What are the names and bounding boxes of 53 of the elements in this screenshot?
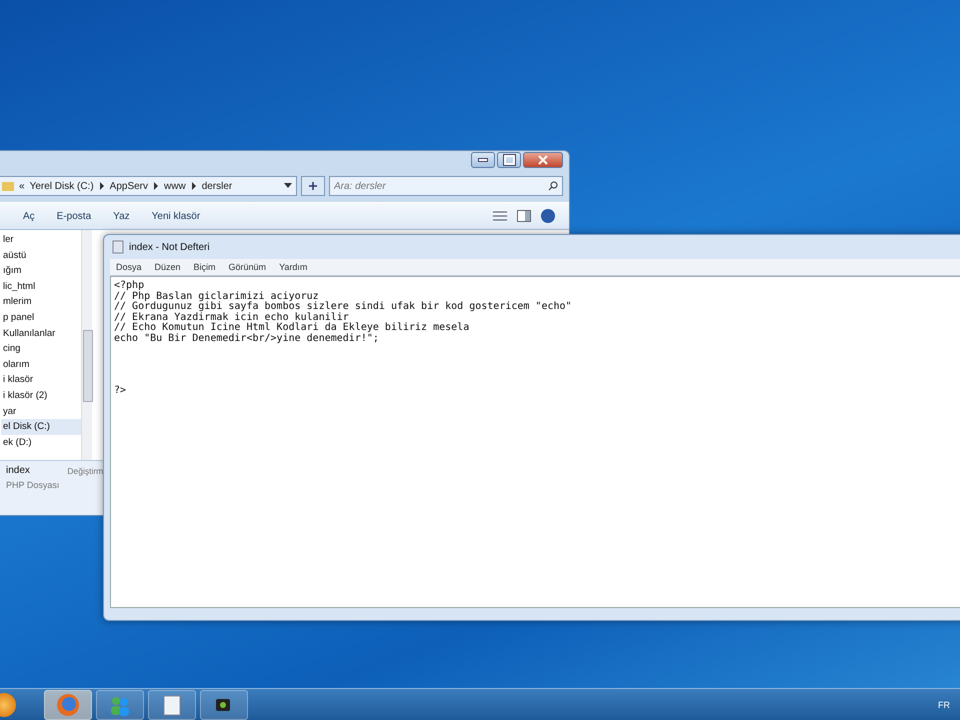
- address-bar[interactable]: « Yerel Disk (C:) AppServ www dersler: [0, 176, 297, 196]
- nav-item[interactable]: ığım: [1, 263, 81, 279]
- close-button[interactable]: [523, 152, 563, 168]
- nav-item[interactable]: cing: [1, 341, 81, 357]
- dropdown-icon: [284, 183, 292, 189]
- nav-item[interactable]: Kullanılanlar: [1, 326, 81, 342]
- toolbar-button[interactable]: Aç: [17, 208, 41, 224]
- nav-item[interactable]: yar: [1, 404, 81, 420]
- chevron-icon: [98, 182, 105, 190]
- toolbar-button[interactable]: Yeni klasör: [146, 208, 206, 224]
- file-name: index: [6, 465, 31, 476]
- nav-item[interactable]: el Disk (C:): [1, 419, 81, 435]
- nav-item[interactable]: olarım: [1, 356, 81, 372]
- chevron-icon: [153, 182, 160, 190]
- notepad-icon: [112, 240, 124, 254]
- folder-icon: [2, 180, 14, 192]
- nav-item[interactable]: ek (D:): [1, 434, 81, 450]
- globe-icon: [56, 692, 80, 716]
- menu-item[interactable]: Biçim: [194, 262, 216, 272]
- taskbar-app-button[interactable]: [200, 690, 248, 720]
- window-title: index - Not Defteri: [129, 242, 210, 252]
- preview-pane-icon[interactable]: [517, 210, 531, 222]
- search-icon: [548, 181, 558, 191]
- nav-item[interactable]: lic_html: [1, 278, 81, 294]
- menu-item[interactable]: Dosya: [116, 262, 142, 272]
- refresh-button[interactable]: [301, 176, 325, 196]
- toolbar-button[interactable]: Yaz: [107, 208, 136, 224]
- nav-item[interactable]: i klasör: [1, 372, 81, 388]
- toolbar-button[interactable]: E-posta: [50, 208, 98, 224]
- file-type: PHP Dosyası: [6, 480, 60, 490]
- breadcrumb-item[interactable]: Yerel Disk (C:): [30, 180, 94, 192]
- breadcrumb-item[interactable]: AppServ: [110, 180, 148, 192]
- nav-item[interactable]: p panel: [1, 310, 81, 326]
- menu-item[interactable]: Yardım: [279, 262, 308, 272]
- breadcrumb-item[interactable]: «: [19, 180, 25, 192]
- text-editor[interactable]: <?php // Php Baslan giclarimizi aciyoruz // Gordugunuz gibi sayfa bombos sizlere sindi ufak bir kod gostericem "echo" // Ekrana Yazdirmak icin echo kulanilir // Echo Komutun Icine Html Kodlari da Ekleye biliriz mesela echo "Bu Bir Denemedir<br/>yine denemedir!"; ?>: [110, 276, 960, 608]
- breadcrumb-item[interactable]: www: [164, 180, 186, 192]
- language-indicator[interactable]: FR: [938, 700, 950, 710]
- nav-item[interactable]: aüstü: [1, 248, 81, 264]
- modified-label: Değiştirm: [67, 466, 104, 478]
- menu-item[interactable]: Düzen: [154, 262, 181, 272]
- taskbar-app-button[interactable]: [148, 690, 196, 720]
- menu-item[interactable]: Görünüm: [228, 262, 266, 272]
- chevron-icon: [190, 182, 197, 190]
- breadcrumb-item[interactable]: dersler: [202, 180, 232, 192]
- nav-item[interactable]: ler: [1, 232, 81, 248]
- scrollbar[interactable]: [81, 230, 92, 460]
- maximize-button[interactable]: [497, 152, 521, 168]
- view-list-icon[interactable]: [493, 210, 507, 222]
- minimize-button[interactable]: [471, 152, 495, 168]
- nav-item[interactable]: i klasör (2): [1, 388, 81, 404]
- close-icon: [538, 155, 548, 165]
- nav-item[interactable]: mlerim: [1, 294, 81, 310]
